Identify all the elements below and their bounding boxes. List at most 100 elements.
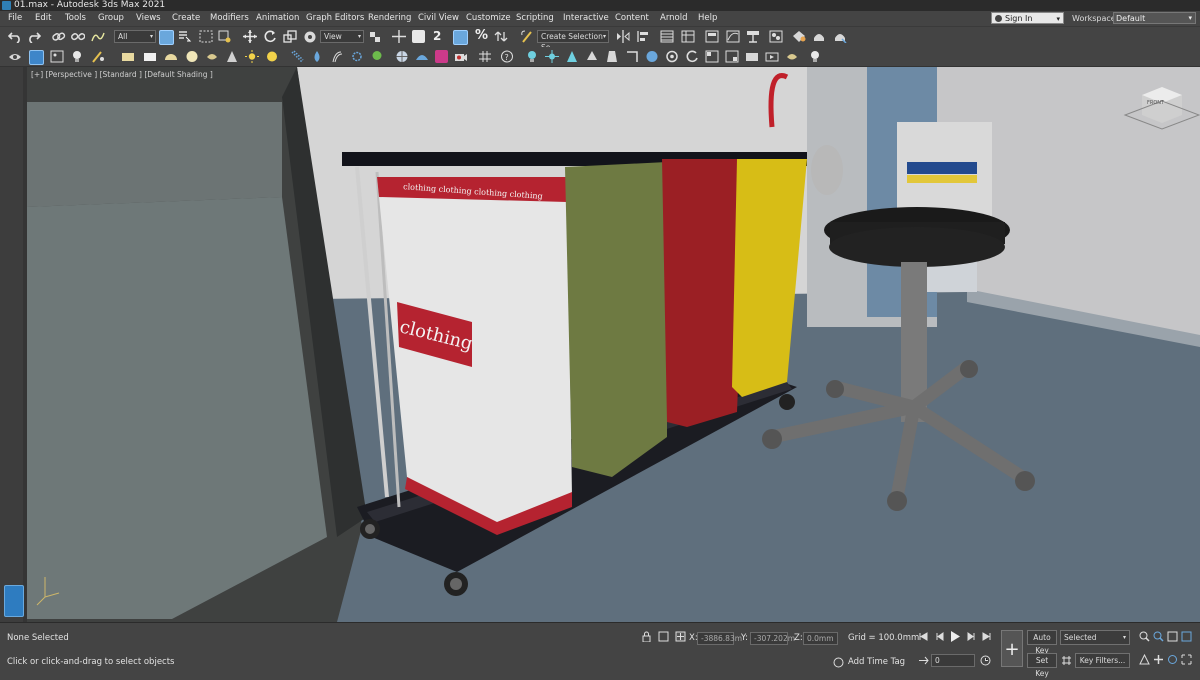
skylight-icon[interactable] <box>265 50 279 63</box>
previous-frame-icon[interactable] <box>934 631 945 642</box>
image-icon[interactable] <box>50 50 64 63</box>
selection-filter-dropdown[interactable]: All ▾ <box>114 30 156 43</box>
redo-icon[interactable] <box>27 30 41 43</box>
key-filters-button[interactable]: Key Filters... <box>1075 653 1130 668</box>
house-icon[interactable] <box>29 50 44 65</box>
sign-in-dropdown[interactable]: Sign In ▾ <box>991 12 1064 24</box>
go-to-end-icon[interactable] <box>981 631 992 642</box>
edit-named-selection-icon[interactable] <box>520 30 534 43</box>
menu-civil-view[interactable]: Civil View <box>418 11 459 26</box>
place-icon[interactable] <box>303 30 317 43</box>
ref-coord-dropdown[interactable]: View ▾ <box>320 30 364 43</box>
z-coordinate-field[interactable]: 0.0mm <box>803 632 838 645</box>
hair-icon[interactable] <box>330 50 344 63</box>
select-object-icon[interactable] <box>159 30 174 45</box>
toggle-ribbon-icon[interactable] <box>705 30 719 43</box>
refresh-icon[interactable] <box>685 50 699 63</box>
box-primitive-icon[interactable] <box>121 50 135 63</box>
preview-icon[interactable] <box>765 50 779 63</box>
schematic-view-icon[interactable] <box>746 30 760 43</box>
perspective-viewport[interactable]: clothing clothing clothing clothing clot… <box>27 67 1200 622</box>
field-of-view-icon[interactable] <box>1139 654 1150 665</box>
teapot-icon[interactable] <box>205 50 219 63</box>
foliage-icon[interactable] <box>370 50 384 63</box>
menu-arnold[interactable]: Arnold <box>660 11 688 26</box>
arnold-icon[interactable] <box>435 50 448 63</box>
rect-selection-region-icon[interactable] <box>199 30 213 43</box>
light-bulb-icon[interactable] <box>71 50 85 63</box>
auto-key-button[interactable]: Auto Key <box>1027 630 1057 655</box>
grid-icon[interactable] <box>478 50 492 63</box>
render-production-icon[interactable] <box>833 30 847 43</box>
menu-graph-editors[interactable]: Graph Editors <box>306 11 364 26</box>
render-setup-icon[interactable] <box>792 30 806 43</box>
play-icon[interactable] <box>949 630 961 643</box>
named-selection-dropdown[interactable]: Create Selection Se▾ <box>537 30 609 52</box>
rotate-icon[interactable] <box>263 30 277 43</box>
keyboard-shortcut-override-icon[interactable] <box>412 30 425 43</box>
particle-icon[interactable] <box>290 50 304 63</box>
lock-icon[interactable] <box>641 631 652 642</box>
key-mode-icon[interactable] <box>918 655 929 666</box>
next-frame-icon[interactable] <box>966 631 977 642</box>
menu-customize[interactable]: Customize <box>466 11 511 26</box>
y-coordinate-field[interactable]: -307.202m <box>750 632 795 645</box>
x-coordinate-field[interactable]: -3886.83m <box>697 632 742 645</box>
align-icon[interactable] <box>636 30 650 43</box>
orbit-icon[interactable] <box>1167 654 1178 665</box>
workspace-dropdown[interactable]: Default ▾ <box>1113 12 1196 24</box>
bulb-render-icon[interactable] <box>808 50 822 63</box>
area-light-icon[interactable] <box>605 50 619 63</box>
zoom-extents-all-icon[interactable] <box>1181 631 1192 642</box>
snaps-toggle-icon[interactable]: 2 <box>433 29 441 43</box>
key-filters-icon[interactable] <box>1061 655 1072 666</box>
viewport-layout-tab[interactable] <box>4 585 24 617</box>
help-icon[interactable]: ? <box>500 50 514 63</box>
layout-icon[interactable] <box>705 50 719 63</box>
toggle-scene-explorer-icon[interactable] <box>660 30 674 43</box>
zoom-icon[interactable] <box>1139 631 1150 642</box>
globe-icon[interactable] <box>395 50 409 63</box>
mirror-icon[interactable] <box>616 30 630 43</box>
omni-light-icon[interactable] <box>545 50 559 63</box>
zoom-extents-icon[interactable] <box>1167 631 1178 642</box>
material-editor-icon[interactable] <box>769 30 783 43</box>
add-time-tag[interactable]: Add Time Tag <box>848 657 905 667</box>
menu-scripting[interactable]: Scripting <box>516 11 554 26</box>
sun-icon[interactable] <box>245 50 259 63</box>
brush-icon[interactable] <box>91 50 105 63</box>
curve-editor-icon[interactable] <box>726 30 740 43</box>
plane-primitive-icon[interactable] <box>143 50 157 63</box>
current-frame-field[interactable]: 0 <box>931 654 975 667</box>
isolate-icon[interactable] <box>658 631 669 642</box>
rendered-frame-window-icon[interactable] <box>812 30 826 43</box>
select-by-name-icon[interactable] <box>178 30 192 43</box>
pivot-center-icon[interactable] <box>368 30 382 43</box>
light-lister-icon[interactable] <box>525 50 539 63</box>
menu-views[interactable]: Views <box>136 11 161 26</box>
toggle-layer-explorer-icon[interactable] <box>681 30 695 43</box>
menu-interactive[interactable]: Interactive <box>563 11 609 26</box>
set-key-button[interactable]: Set Key <box>1027 653 1057 678</box>
layout-alt-icon[interactable] <box>725 50 739 63</box>
key-set-dropdown[interactable]: Selected ▾ <box>1060 630 1130 645</box>
maximize-viewport-icon[interactable] <box>1181 654 1192 665</box>
spotlight-icon[interactable] <box>565 50 579 63</box>
go-to-start-icon[interactable] <box>918 631 929 642</box>
move-icon[interactable] <box>243 30 257 43</box>
link-icon[interactable] <box>52 30 66 43</box>
set-keys-button[interactable]: + <box>1001 630 1023 667</box>
menu-rendering[interactable]: Rendering <box>368 11 411 26</box>
camera-target-icon[interactable] <box>665 50 679 63</box>
scale-icon[interactable] <box>283 30 297 43</box>
pan-icon[interactable] <box>1153 654 1164 665</box>
tree-icon[interactable] <box>585 50 599 63</box>
cloth-icon[interactable] <box>350 50 364 63</box>
menu-file[interactable]: File <box>8 11 22 26</box>
unlink-icon[interactable] <box>71 30 85 43</box>
cone-icon[interactable] <box>225 50 239 63</box>
time-configuration-icon[interactable] <box>980 655 991 666</box>
absolute-mode-icon[interactable] <box>675 631 686 642</box>
menu-group[interactable]: Group <box>98 11 124 26</box>
select-manipulate-icon[interactable] <box>392 30 406 43</box>
